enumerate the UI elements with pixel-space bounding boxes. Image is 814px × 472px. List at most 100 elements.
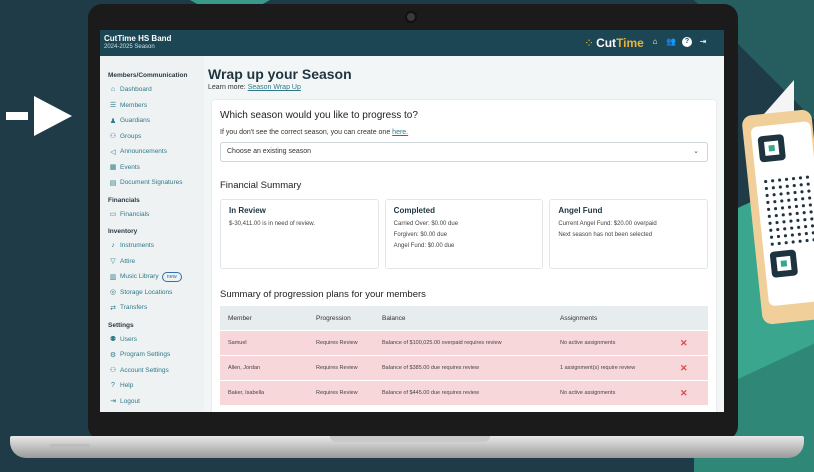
column-header-balance: Balance bbox=[382, 314, 406, 322]
shirt-icon: ▽ bbox=[110, 258, 116, 266]
table-row[interactable]: Baker, Isabella Requires Review Balance … bbox=[220, 380, 708, 405]
cuttime-logo[interactable]: ⁘ Cut Time bbox=[584, 35, 644, 51]
financial-card-line: Next season has not been selected bbox=[558, 232, 653, 238]
financial-card-angel-fund: Angel Fund Current Angel Fund: $20.00 ov… bbox=[549, 199, 709, 269]
chevron-down-icon: ⌄ bbox=[693, 148, 699, 155]
qr-finder-icon bbox=[769, 249, 799, 278]
sidebar-item-users[interactable]: ⚉ Users bbox=[108, 332, 204, 348]
logout-icon[interactable]: ⇥ bbox=[698, 37, 708, 47]
season-select-placeholder: Choose an existing season bbox=[227, 148, 312, 155]
sidebar-item-label: Help bbox=[120, 382, 134, 390]
cell-balance: Balance of $385.00 due requires review bbox=[382, 365, 479, 371]
remove-icon[interactable]: ✕ bbox=[680, 388, 708, 399]
qr-pattern bbox=[761, 173, 814, 249]
remove-icon[interactable]: ✕ bbox=[680, 363, 708, 374]
sidebar-item-instruments[interactable]: ♪ Instruments bbox=[108, 238, 204, 254]
sidebar-item-announcements[interactable]: ◁ Announcements bbox=[108, 144, 204, 160]
megaphone-icon: ◁ bbox=[110, 148, 116, 156]
sidebar-item-events[interactable]: ▦ Events bbox=[108, 160, 204, 176]
learn-more-prefix: Learn more: bbox=[208, 84, 248, 91]
sidebar-section-members: Members/Communication bbox=[108, 72, 188, 79]
background-shape bbox=[764, 80, 794, 114]
logo-text-cut: Cut bbox=[596, 36, 617, 50]
top-icon-group: ⌂ 👥 ? ⇥ bbox=[650, 37, 708, 47]
sidebar-item-music-library[interactable]: ▥ Music Library new bbox=[108, 269, 204, 285]
sidebar-item-label: Account Settings bbox=[120, 366, 169, 374]
qr-finder-icon bbox=[757, 133, 787, 163]
learn-more: Learn more: Season Wrap Up bbox=[208, 84, 724, 91]
sidebar-item-label: Dashboard bbox=[120, 86, 152, 94]
season-select[interactable]: Choose an existing season ⌄ bbox=[220, 142, 708, 162]
progression-summary-title: Summary of progression plans for your me… bbox=[220, 289, 426, 300]
season-question: Which season would you like to progress … bbox=[220, 110, 418, 121]
sidebar-item-dashboard[interactable]: ⌂ Dashboard bbox=[108, 82, 204, 98]
sidebar: Members/Communication ⌂ Dashboard ☰ Member… bbox=[100, 56, 204, 412]
sidebar-item-label: Attire bbox=[120, 257, 136, 265]
groups-icon: ⚇ bbox=[109, 133, 117, 141]
remove-icon[interactable]: ✕ bbox=[680, 338, 708, 349]
sidebar-item-guardians[interactable]: ♟ Guardians bbox=[108, 113, 204, 129]
trumpet-icon: ♪ bbox=[111, 242, 115, 250]
cell-member: Baker, Isabella bbox=[228, 390, 265, 396]
sidebar-item-label: Events bbox=[120, 163, 140, 171]
sidebar-item-label: Transfers bbox=[120, 304, 148, 312]
sidebar-item-program-settings[interactable]: ⚙ Program Settings bbox=[108, 347, 204, 363]
logo-sparkle-icon: ⁘ bbox=[584, 36, 595, 50]
cell-assignments: 1 assignment(s) require review bbox=[560, 365, 636, 371]
list-icon: ☰ bbox=[109, 102, 117, 110]
sidebar-item-account-settings[interactable]: ⚇ Account Settings bbox=[108, 363, 204, 379]
laptop-slot bbox=[50, 444, 90, 448]
season-label: 2024-2025 Season bbox=[104, 44, 155, 50]
laptop-notch bbox=[330, 436, 490, 442]
location-icon: ◎ bbox=[109, 289, 117, 297]
sidebar-section-settings: Settings bbox=[108, 321, 134, 329]
sidebar-item-label: Logout bbox=[120, 397, 140, 405]
sidebar-section-inventory: Inventory bbox=[108, 228, 138, 235]
sidebar-item-label: Users bbox=[120, 335, 137, 343]
financial-card-line: $-30,411.00 is in need of review. bbox=[229, 221, 315, 227]
calendar-icon: ▦ bbox=[109, 164, 117, 172]
cell-progression: Requires Review bbox=[316, 390, 358, 396]
sidebar-item-label: Music Library bbox=[120, 273, 159, 281]
guardians-icon: ♟ bbox=[109, 117, 117, 125]
create-season-link[interactable]: here. bbox=[392, 129, 408, 136]
financial-card-title: In Review bbox=[229, 206, 266, 215]
document-icon: ▤ bbox=[109, 179, 117, 187]
sidebar-item-financials[interactable]: ▭ Financials bbox=[108, 207, 204, 223]
top-bar: CutTime HS Band 2024-2025 Season ⁘ Cut T… bbox=[100, 30, 724, 56]
financial-card-line: Carried Over: $0.00 due bbox=[393, 221, 459, 227]
column-header-assignments: Assignments bbox=[560, 314, 598, 322]
financial-summary-title: Financial Summary bbox=[220, 180, 302, 191]
financial-card-line: Angel Fund: $0.00 due bbox=[393, 243, 455, 249]
progression-table: Member Progression Balance Assignments S… bbox=[220, 306, 708, 405]
sidebar-section-financials: Financials bbox=[108, 196, 140, 204]
sidebar-item-attire[interactable]: ▽ Attire bbox=[108, 254, 204, 270]
wrap-up-card: Which season would you like to progress … bbox=[212, 100, 716, 412]
help-icon[interactable]: ? bbox=[682, 37, 692, 47]
home-icon[interactable]: ⌂ bbox=[650, 37, 660, 47]
sidebar-item-label: Financials bbox=[120, 210, 150, 218]
sidebar-item-label: Announcements bbox=[120, 148, 167, 156]
sidebar-item-members[interactable]: ☰ Members bbox=[108, 98, 204, 114]
page-title: Wrap up your Season bbox=[208, 66, 352, 82]
main-content: Wrap up your Season Learn more: Season W… bbox=[204, 56, 724, 412]
financial-card-in-review: In Review $-30,411.00 is in need of revi… bbox=[220, 199, 379, 269]
financial-card-title: Angel Fund bbox=[558, 206, 603, 215]
table-row[interactable]: Allen, Jordan Requires Review Balance of… bbox=[220, 355, 708, 380]
sidebar-item-groups[interactable]: ⚇ Groups bbox=[108, 129, 204, 145]
season-wrap-up-link[interactable]: Season Wrap Up bbox=[248, 84, 301, 91]
sidebar-item-label: Document Signatures bbox=[120, 179, 183, 187]
table-row[interactable]: Samuel Requires Review Balance of $100,0… bbox=[220, 330, 708, 355]
sidebar-item-logout[interactable]: ⇥ Logout bbox=[108, 394, 204, 410]
money-icon: ▭ bbox=[109, 211, 117, 219]
table-header: Member Progression Balance Assignments bbox=[220, 306, 708, 330]
sidebar-item-document-signatures[interactable]: ▤ Document Signatures bbox=[108, 175, 204, 191]
cell-balance: Balance of $445.00 due requires review bbox=[382, 390, 479, 396]
logout-icon: ⇥ bbox=[110, 398, 116, 406]
sidebar-item-help[interactable]: ? Help bbox=[108, 378, 204, 394]
new-badge: new bbox=[161, 271, 182, 282]
users-icon[interactable]: 👥 bbox=[666, 37, 676, 47]
logo-text-time: Time bbox=[616, 36, 644, 50]
sidebar-item-transfers[interactable]: ⇄ Transfers bbox=[108, 300, 204, 316]
sidebar-item-storage-locations[interactable]: ◎ Storage Locations bbox=[108, 285, 204, 301]
